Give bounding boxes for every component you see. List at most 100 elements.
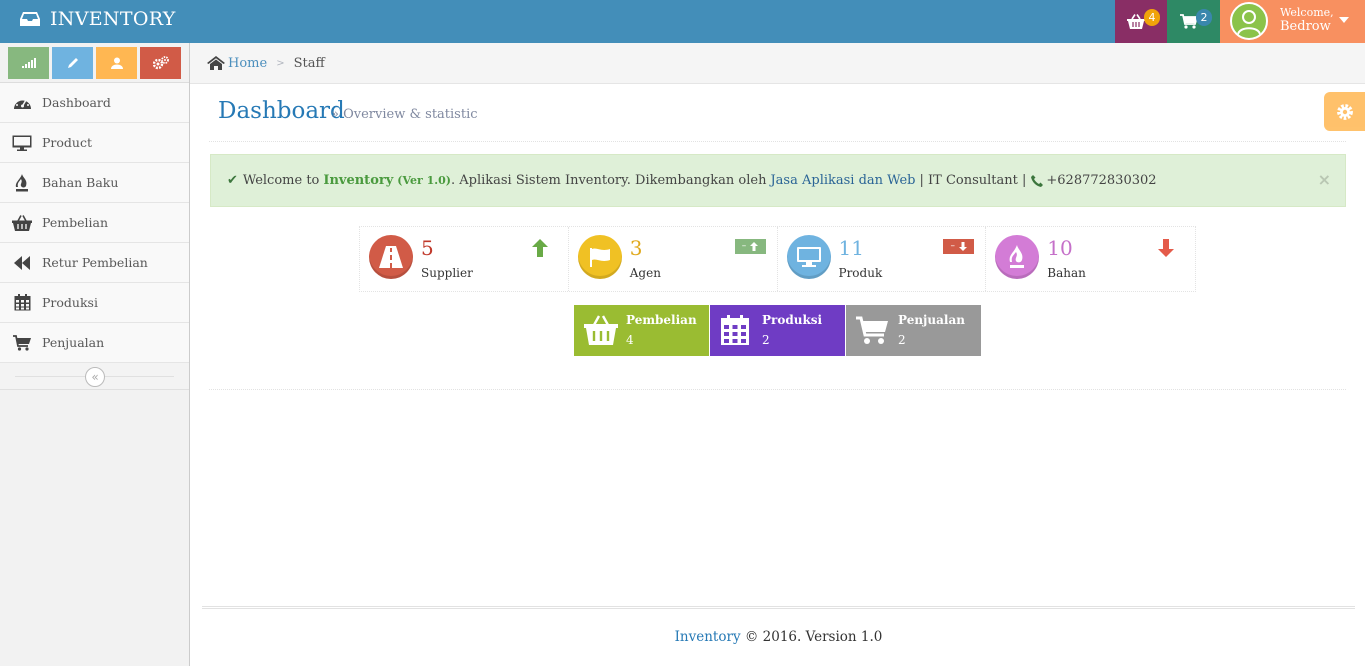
signal-icon [21,58,36,68]
sidebar-collapse: « [0,363,189,390]
username: Bedrow [1280,19,1331,34]
brand-name: INVENTORY [50,8,176,30]
tile-title: Pembelian [626,313,697,327]
breadcrumb-home[interactable]: Home [207,56,267,71]
alert-suffix: | IT Consultant | [919,173,1027,188]
sidebar-item-label: Product [42,135,92,150]
backward-icon [12,253,32,273]
sidebar-item-retur-pembelian[interactable]: Retur Pembelian [0,243,189,283]
infobox-icon [995,235,1040,279]
check-icon: ✔ [227,173,238,188]
sidebar-item-label: Penjualan [42,335,105,350]
fire-icon [12,173,32,193]
dash-icon: – [950,241,956,251]
infobox-label: Produk [838,266,883,280]
infobox-bahan: 10 Bahan [986,227,1195,291]
sidebar-item-label: Produksi [42,295,98,310]
sidebar-item-label: Bahan Baku [42,175,119,190]
inbox-icon [20,12,40,26]
avatar [1230,2,1268,40]
arrow-up-icon [750,242,759,251]
shortcut-signal-button[interactable] [8,47,49,79]
summary-tiles: Pembelian 4 Produksi 2 Penjualan 2 [574,305,981,356]
sidebar-item-label: Retur Pembelian [42,255,148,270]
shortcut-users-button[interactable] [96,47,137,79]
alert-app-name: Inventory [323,173,394,188]
basket-icon [1127,14,1145,29]
dash-icon: – [741,241,747,251]
tile-penjualan[interactable]: Penjualan 2 [846,305,981,356]
infobox-agen: 3 Agen – [569,227,778,291]
tile-title: Penjualan [898,313,965,327]
sidebar: Dashboard Product Bahan Baku Pembelian R… [0,43,190,666]
divider [209,389,1346,390]
breadcrumb-home-label: Home [228,55,268,71]
breadcrumb-separator: > [276,57,285,69]
arrow-down-icon [959,242,967,251]
footer: Inventory © 2016. Version 1.0 [202,606,1355,666]
arrow-up-icon [532,239,548,257]
sidebar-item-pembelian[interactable]: Pembelian [0,203,189,243]
infobox-produk: 11 Produk – [778,227,987,291]
infobox-icon [786,235,831,279]
footer-text: Inventory © 2016. Version 1.0 [202,629,1355,645]
infobox-label: Supplier [421,266,473,280]
tile-value: 2 [898,333,906,347]
infobox-value: 3 [629,236,643,260]
caret-down-icon [1339,17,1349,23]
footer-brand[interactable]: Inventory [675,629,741,645]
sidebar-item-label: Dashboard [42,95,111,110]
cart-notifications[interactable]: 2 [1167,0,1220,43]
user-menu[interactable]: Welcome, Bedrow [1220,0,1365,43]
welcome-alert: ✔ Welcome to Inventory (Ver 1.0) . Aplik… [210,154,1346,207]
desktop-icon [796,247,821,267]
desktop-icon [12,133,32,153]
page-subtitle: » Overview & statistic [331,107,478,122]
sidebar-item-bahan-baku[interactable]: Bahan Baku [0,163,189,203]
sidebar-collapse-button[interactable]: « [85,367,105,387]
user-info: Welcome, Bedrow [1280,6,1334,34]
infobox-supplier: 5 Supplier [360,227,569,291]
tile-produksi[interactable]: Produksi 2 [710,305,845,356]
sidebar-item-dashboard[interactable]: Dashboard [0,83,189,123]
sidebar-item-produksi[interactable]: Produksi [0,283,189,323]
sidebar-item-product[interactable]: Product [0,123,189,163]
alert-link[interactable]: Jasa Aplikasi dan Web [770,173,915,188]
basket-icon [12,213,32,233]
infobox-icon [577,235,622,279]
sidebar-item-penjualan[interactable]: Penjualan [0,323,189,363]
trend-chip-down: – [943,239,975,254]
alert-phone: +628772830302 [1046,173,1157,188]
brand[interactable]: INVENTORY [20,8,176,30]
alert-close-button[interactable]: × [1318,170,1331,189]
basket-count-badge: 4 [1144,9,1160,26]
footer-copyright: © 2016. Version 1.0 [744,629,883,645]
calendar-icon [12,293,32,313]
page-title: Dashboard [218,98,345,124]
shortcut-cogs-button[interactable] [140,47,181,79]
tile-pembelian[interactable]: Pembelian 4 [574,305,709,356]
flag-icon [589,248,610,267]
infobox-icon [369,235,413,279]
alert-text: . Aplikasi Sistem Inventory. Dikembangka… [450,173,767,188]
infobox-value: 10 [1047,236,1073,260]
welcome-text: Welcome, [1280,6,1334,19]
user-icon [1237,10,1261,36]
shortcut-pencil-button[interactable] [52,47,93,79]
arrow-down-icon [1158,239,1175,257]
cogs-icon [152,56,169,70]
cart-icon [12,333,32,353]
basket-notifications[interactable]: 4 [1115,0,1167,43]
road-icon [379,246,403,268]
cart-icon [1180,14,1197,29]
phone-icon [1031,174,1044,187]
tachometer-icon [12,93,32,113]
sidebar-nav: Dashboard Product Bahan Baku Pembelian R… [0,83,189,363]
tile-value: 4 [626,333,634,347]
tile-value: 2 [762,333,770,347]
home-icon [207,56,225,70]
breadcrumb-current: Staff [293,55,325,71]
basket-icon [584,315,618,345]
trend-chip-up: – [734,239,766,254]
calendar-icon [721,315,749,345]
